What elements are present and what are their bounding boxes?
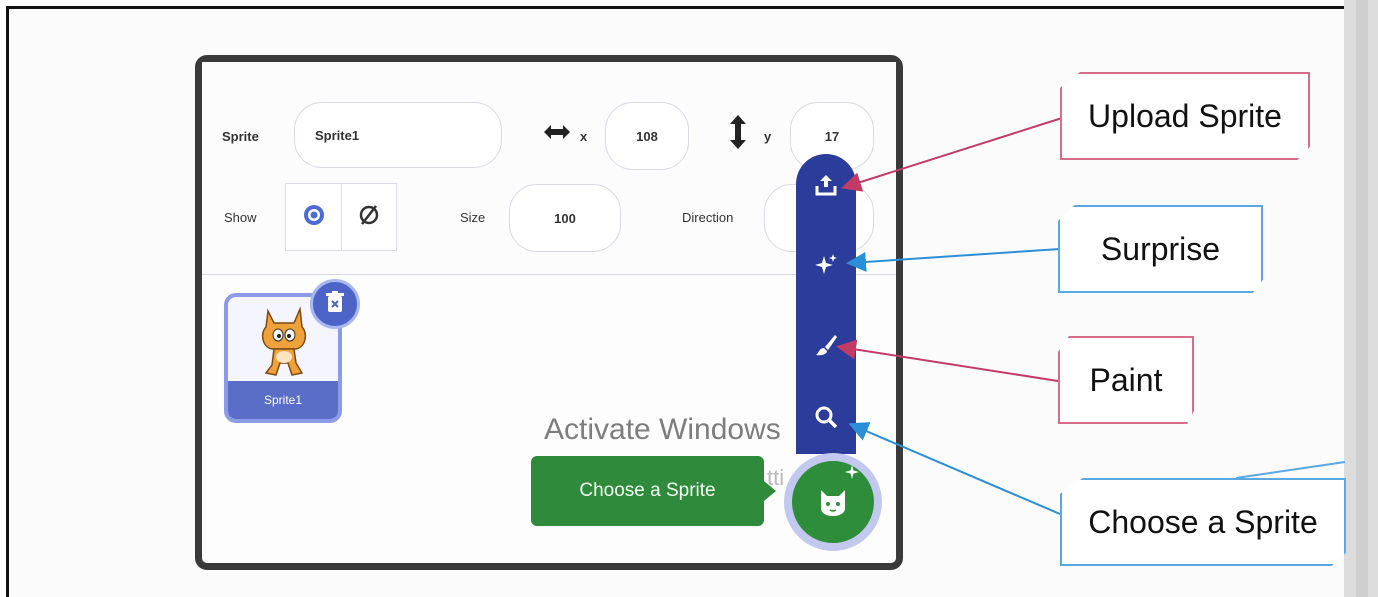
surprise-callout-text: Surprise bbox=[1100, 230, 1221, 267]
choose-sprite-callout: Choose a Sprite bbox=[1060, 478, 1346, 566]
choose-arrow bbox=[848, 422, 1061, 515]
surprise-arrow bbox=[846, 248, 1061, 272]
surprise-callout: Surprise bbox=[1058, 205, 1263, 293]
paint-callout: Paint bbox=[1058, 336, 1194, 424]
upload-arrow bbox=[841, 117, 1063, 192]
choose-callout-tail bbox=[1235, 461, 1346, 479]
paint-arrow bbox=[836, 339, 1059, 382]
choose-sprite-callout-text: Choose a Sprite bbox=[1088, 503, 1318, 540]
upload-sprite-callout: Upload Sprite bbox=[1060, 72, 1310, 160]
paint-callout-text: Paint bbox=[1089, 361, 1163, 398]
upload-sprite-callout-text: Upload Sprite bbox=[1088, 97, 1282, 134]
